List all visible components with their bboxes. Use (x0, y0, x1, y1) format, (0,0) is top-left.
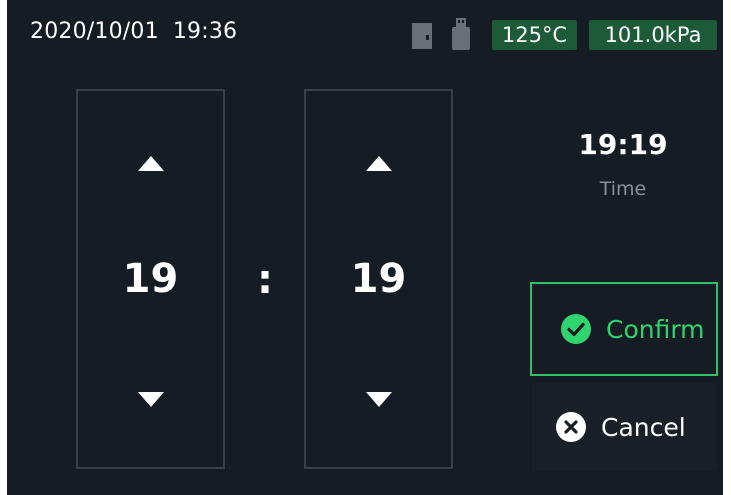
time-preview-value: 19:19 (578, 128, 668, 161)
hours-decrement-button[interactable] (78, 369, 223, 429)
minutes-spinner: 19 (304, 89, 453, 469)
hours-increment-button[interactable] (78, 133, 223, 193)
cancel-button[interactable]: Cancel (532, 383, 717, 471)
status-time: 19:36 (172, 19, 238, 44)
confirm-label: Confirm (606, 314, 705, 344)
sd-card-icon (412, 23, 432, 49)
hours-value[interactable]: 19 (78, 256, 223, 302)
confirm-button[interactable]: Confirm (530, 282, 718, 376)
arrow-up-icon (365, 155, 392, 171)
check-circle-icon (561, 314, 591, 344)
status-date: 2020/10/01 (30, 19, 159, 44)
status-datetime: 2020/10/01 19:36 (30, 19, 237, 44)
minutes-value[interactable]: 19 (306, 256, 451, 302)
time-separator: : (257, 257, 273, 303)
arrow-down-icon (137, 391, 164, 407)
arrow-down-icon (365, 391, 392, 407)
arrow-up-icon (137, 155, 164, 171)
time-setting-screen: 2020/10/01 19:36 125°C 101.0kPa 19 : 19 1… (7, 0, 723, 495)
cancel-label: Cancel (601, 412, 686, 442)
usb-drive-icon (452, 18, 470, 50)
close-circle-icon (556, 412, 586, 442)
minutes-decrement-button[interactable] (306, 369, 451, 429)
temperature-badge: 125°C (492, 20, 577, 50)
pressure-badge: 101.0kPa (589, 20, 717, 50)
hours-spinner: 19 (76, 89, 225, 469)
minutes-increment-button[interactable] (306, 133, 451, 193)
time-preview-caption: Time (599, 178, 647, 200)
